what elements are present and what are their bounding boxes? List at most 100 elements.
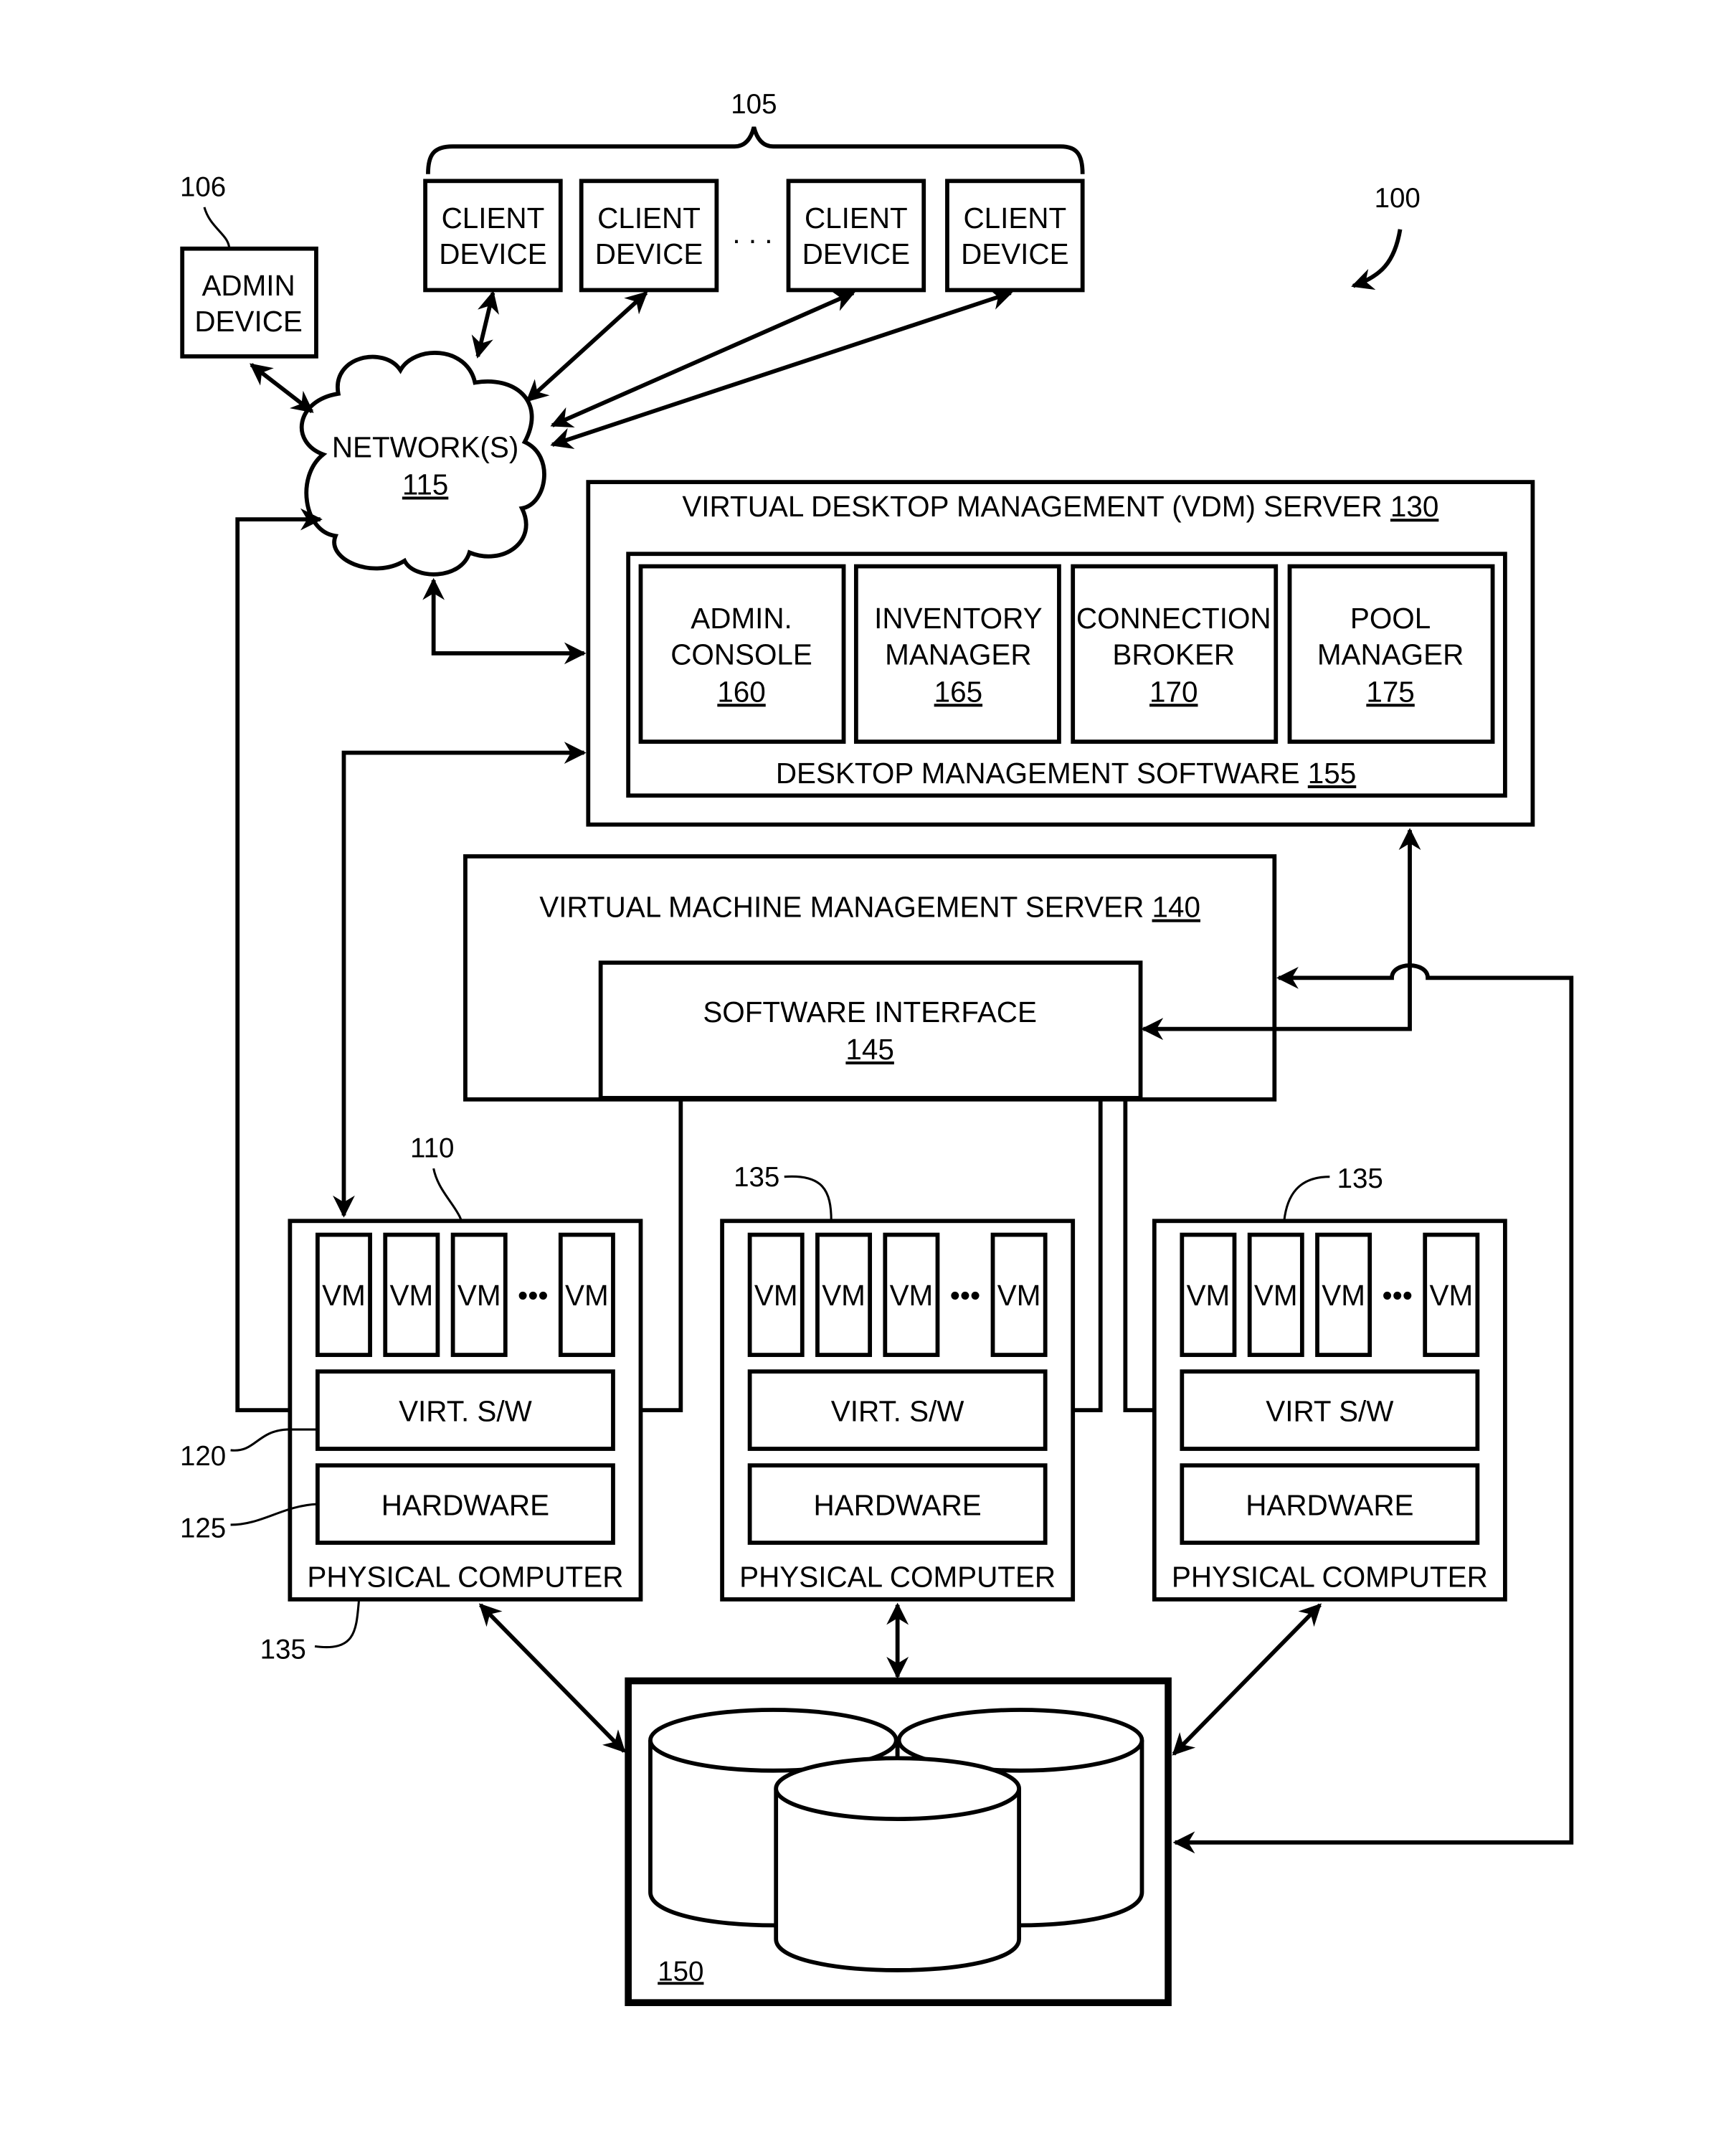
hardware-label: HARDWARE xyxy=(381,1488,549,1521)
module-line2: MANAGER xyxy=(1317,638,1464,671)
admin-device-line1: ADMIN xyxy=(201,269,295,302)
client-device-line1: CLIENT xyxy=(963,202,1066,235)
client-device-line2: DEVICE xyxy=(802,237,911,270)
vm-label: VM xyxy=(1322,1279,1365,1312)
client-device-line2: DEVICE xyxy=(961,237,1069,270)
module-ref: 160 xyxy=(717,675,765,708)
vm-label: VM xyxy=(754,1279,798,1312)
physical-computer-label: PHYSICAL COMPUTER xyxy=(307,1561,623,1594)
client-device-line1: CLIENT xyxy=(597,202,701,235)
database-top xyxy=(774,1756,1021,1821)
hardware-label: HARDWARE xyxy=(1246,1488,1413,1521)
module-line2: CONSOLE xyxy=(670,638,812,671)
vm-label: VM xyxy=(890,1279,934,1312)
vmm-server: VIRTUAL MACHINE MANAGEMENT SERVER 140 SO… xyxy=(463,854,1277,1102)
physical-computer-3: 135 VM VM VM ••• VM VIRT S/W HARDWARE PH… xyxy=(1152,1163,1507,1602)
client-group-ref: 105 xyxy=(731,89,777,120)
vm-label: VM xyxy=(822,1279,866,1312)
physical-computer-ref-leader xyxy=(1283,1176,1330,1221)
physical-computer-2: 135 VM VM VM ••• VM VIRT. S/W HARDWARE P… xyxy=(720,1162,1076,1602)
network-label: NETWORK(S) xyxy=(332,430,518,463)
vm-label: VM xyxy=(997,1279,1041,1312)
software-interface-ref: 145 xyxy=(845,1033,893,1066)
brace-icon xyxy=(426,126,1085,174)
physical-computer-ref-leader xyxy=(314,1599,361,1649)
network-vdm-arrow xyxy=(422,577,587,665)
virt-sw-label: VIRT S/W xyxy=(1266,1395,1394,1428)
pc1-storage-arrow xyxy=(478,1603,626,1753)
vm-label: VM xyxy=(1254,1279,1298,1312)
vm-label: VM xyxy=(390,1279,434,1312)
virt-sw-label: VIRT. S/W xyxy=(831,1395,965,1428)
virt-sw-label: VIRT. S/W xyxy=(399,1395,533,1428)
virt-sw-ref: 120 xyxy=(180,1441,226,1472)
client-device-box xyxy=(579,179,719,293)
module-line2: BROKER xyxy=(1112,638,1235,671)
software-interface-label: SOFTWARE INTERFACE xyxy=(703,996,1037,1029)
vdm-server-label: VIRTUAL DESKTOP MANAGEMENT (VDM) SERVER … xyxy=(682,490,1438,523)
client-device-1: CLIENT DEVICE xyxy=(423,179,563,293)
client-device-box xyxy=(423,179,563,293)
module-ref: 170 xyxy=(1149,675,1198,708)
module-line1: ADMIN. xyxy=(691,602,792,635)
module-connection-broker: CONNECTION BROKER 170 xyxy=(1071,564,1279,744)
admin-device-leader xyxy=(203,207,231,249)
module-line1: POOL xyxy=(1350,602,1431,635)
module-line2: MANAGER xyxy=(885,638,1031,671)
vm-label: VM xyxy=(565,1279,609,1312)
module-admin-console: ADMIN. CONSOLE 160 xyxy=(638,564,846,744)
module-ref: 165 xyxy=(934,675,982,708)
module-inventory-manager: INVENTORY MANAGER 165 xyxy=(853,564,1061,744)
admin-device-line2: DEVICE xyxy=(194,305,302,338)
client-device-4: CLIENT DEVICE xyxy=(945,179,1085,293)
vm-ellipsis: ••• xyxy=(950,1279,980,1312)
module-line1: CONNECTION xyxy=(1076,602,1271,635)
storage-ref: 150 xyxy=(658,1956,703,1987)
module-line1: INVENTORY xyxy=(874,602,1042,635)
client-device-line1: CLIENT xyxy=(442,202,545,235)
vm-label: VM xyxy=(322,1279,366,1312)
client-device-box xyxy=(945,179,1085,293)
hardware-ref: 125 xyxy=(180,1513,226,1543)
client1-network-arrow xyxy=(471,290,499,359)
module-pool-manager: POOL MANAGER 175 xyxy=(1287,564,1495,744)
vdm-server: VIRTUAL DESKTOP MANAGEMENT (VDM) SERVER … xyxy=(586,480,1535,827)
vm-ellipsis: ••• xyxy=(1382,1279,1412,1312)
vmm-server-label: VIRTUAL MACHINE MANAGEMENT SERVER 140 xyxy=(539,891,1200,924)
desktop-management-software-label: DESKTOP MANAGEMENT SOFTWARE 155 xyxy=(776,757,1356,790)
network-ref: 115 xyxy=(402,468,448,501)
physical-computer-ref: 135 xyxy=(1337,1163,1383,1194)
client-device-2: CLIENT DEVICE xyxy=(579,179,719,293)
client-device-3: CLIENT DEVICE xyxy=(786,179,926,293)
vm-label: VM xyxy=(457,1279,501,1312)
admin-network-arrow xyxy=(250,363,314,414)
physical-computer-1: 110 VM VM VM ••• VM VIRT. S/W HARDWARE P… xyxy=(180,1133,643,1665)
client-ellipsis: . . . xyxy=(732,217,772,250)
physical-computer-label: PHYSICAL COMPUTER xyxy=(1172,1561,1488,1594)
admin-device-ref: 106 xyxy=(180,172,226,203)
client-device-line2: DEVICE xyxy=(439,237,547,270)
vm-ellipsis: ••• xyxy=(518,1279,548,1312)
figure-ref-arrow-icon xyxy=(1351,229,1403,290)
client-group-brace: 105 xyxy=(426,89,1085,174)
figure-ref-label: 100 xyxy=(1375,183,1421,214)
physical-computer-label: PHYSICAL COMPUTER xyxy=(739,1561,1056,1594)
hardware-label: HARDWARE xyxy=(813,1488,981,1521)
admin-device: 106 ADMIN DEVICE xyxy=(180,172,318,359)
module-ref: 175 xyxy=(1366,675,1414,708)
client-device-line1: CLIENT xyxy=(805,202,908,235)
physical-computer-ref: 135 xyxy=(260,1635,306,1665)
system-diagram: 100 105 106 ADMIN DEVICE CLIENT DEVICE C… xyxy=(180,89,1574,2007)
software-interface-box xyxy=(598,960,1143,1100)
physical-computer-ref-leader xyxy=(784,1175,833,1221)
client-device-line2: DEVICE xyxy=(595,237,703,270)
vm-label: VM xyxy=(1187,1279,1231,1312)
network-cloud: NETWORK(S) 115 xyxy=(299,351,546,577)
storage: 150 xyxy=(625,1677,1172,2007)
pc3-storage-arrow xyxy=(1172,1603,1322,1756)
vm-label: VM xyxy=(1429,1279,1473,1312)
physical-computer-ref: 135 xyxy=(734,1162,779,1193)
figure-ref: 100 xyxy=(1351,183,1421,290)
admin-device-box xyxy=(180,246,318,359)
client2-network-arrow xyxy=(526,291,648,402)
